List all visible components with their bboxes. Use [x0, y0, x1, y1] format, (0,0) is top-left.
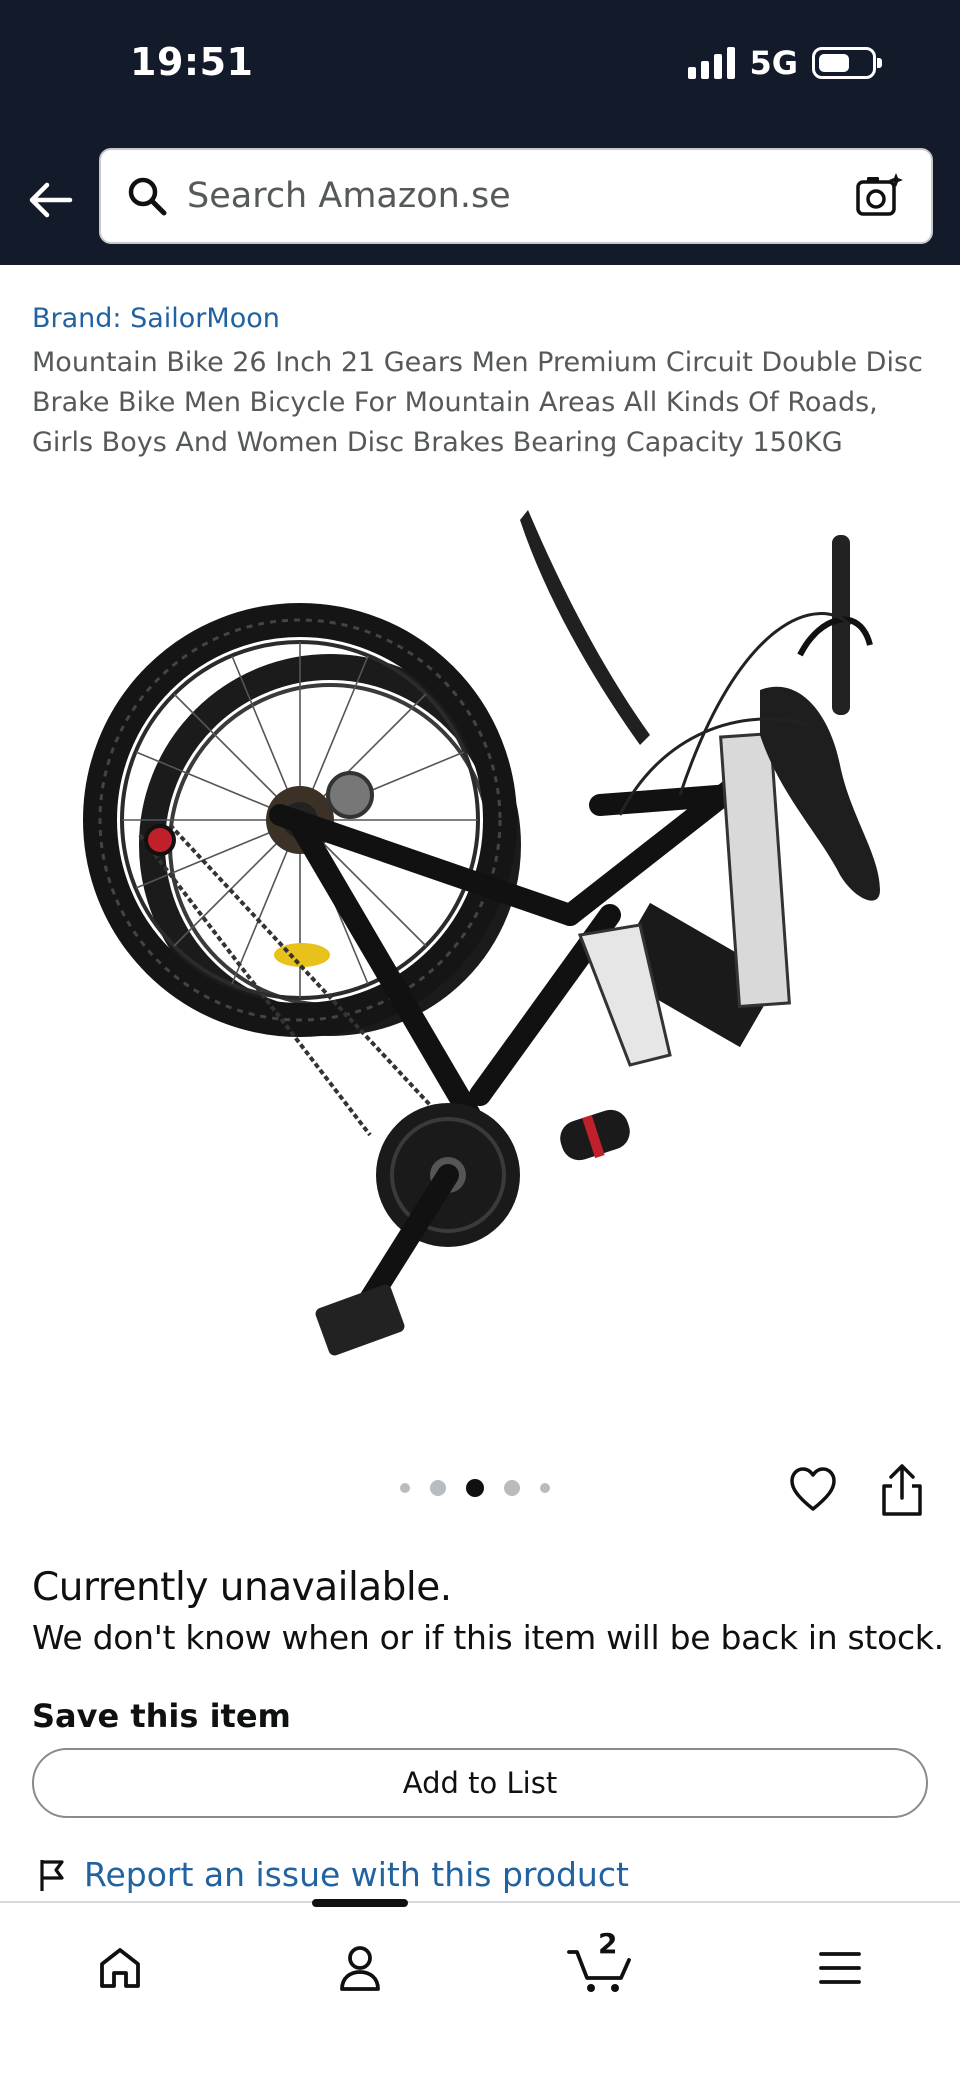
active-tab-indicator	[312, 1899, 408, 1907]
arrow-left-icon	[29, 182, 73, 218]
carousel-dot-active[interactable]	[466, 1479, 484, 1497]
share-button[interactable]	[877, 1462, 927, 1518]
availability-heading: Currently unavailable.	[32, 1565, 452, 1610]
wishlist-button[interactable]	[788, 1465, 838, 1515]
menu-icon	[819, 1952, 861, 1984]
back-button[interactable]	[22, 172, 78, 228]
camera-search-icon[interactable]	[849, 166, 909, 226]
bottom-navigation: 2	[0, 1899, 960, 2081]
image-carousel-dots[interactable]	[400, 1479, 550, 1497]
folding-bike-image	[83, 510, 880, 1356]
signal-icon	[688, 47, 736, 79]
carousel-dot[interactable]	[430, 1480, 446, 1496]
header: 19:51 5G	[0, 0, 960, 265]
product-image[interactable]	[40, 495, 920, 1395]
account-icon	[340, 1946, 380, 1991]
nav-home[interactable]	[80, 1933, 160, 2003]
battery-icon	[812, 47, 882, 79]
status-indicators: 5G	[688, 44, 882, 82]
nav-cart[interactable]: 2	[560, 1927, 640, 2003]
carousel-dot[interactable]	[400, 1483, 410, 1493]
share-icon	[882, 1464, 922, 1516]
search-input[interactable]	[187, 176, 849, 216]
availability-message: We don't know when or if this item will …	[32, 1618, 944, 1657]
status-time: 19:51	[130, 40, 254, 84]
carousel-dot[interactable]	[504, 1480, 520, 1496]
report-issue-link[interactable]: Report an issue with this product	[38, 1855, 629, 1894]
network-type: 5G	[749, 44, 798, 82]
search-bar[interactable]	[99, 148, 933, 244]
home-icon	[100, 1948, 140, 1988]
cart-count-badge: 2	[598, 1927, 618, 1960]
nav-menu[interactable]	[800, 1933, 880, 2003]
heart-icon	[790, 1467, 836, 1511]
carousel-dot[interactable]	[540, 1483, 550, 1493]
search-icon	[123, 172, 171, 220]
flag-icon	[40, 1859, 64, 1891]
save-item-label: Save this item	[32, 1697, 291, 1735]
nav-account[interactable]	[320, 1933, 400, 2003]
add-to-list-button[interactable]: Add to List	[32, 1748, 928, 1818]
brand-link[interactable]: Brand: SailorMoon	[32, 303, 280, 334]
product-title: Mountain Bike 26 Inch 21 Gears Men Premi…	[32, 347, 923, 458]
report-issue-label: Report an issue with this product	[84, 1855, 629, 1894]
